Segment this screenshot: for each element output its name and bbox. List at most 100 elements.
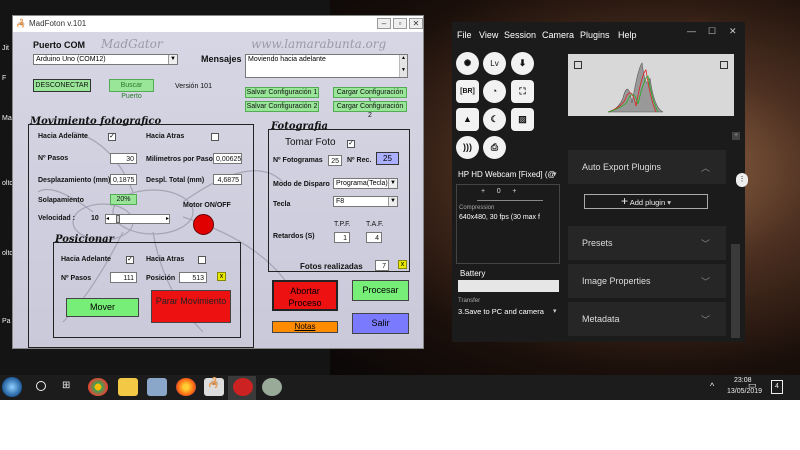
tecla-select[interactable]: F8 ▼	[333, 196, 398, 207]
movimiento-title: Movimiento fotografico	[30, 116, 162, 127]
tomar-foto-checkbox[interactable]: ✓	[347, 140, 355, 148]
chevron-down-icon: ﹀	[701, 239, 711, 249]
motor-led[interactable]	[193, 214, 214, 235]
clock-time[interactable]: 23:08	[734, 377, 752, 384]
parar-movimiento-button[interactable]: Parar Movimiento	[151, 290, 231, 323]
histogram-right-toggle[interactable]	[720, 61, 728, 69]
menu-camera[interactable]: Camera	[542, 30, 574, 40]
tecla-value: F8	[336, 198, 345, 205]
close-button[interactable]: ✕	[409, 18, 423, 29]
menu-plugins[interactable]: Plugins	[580, 30, 610, 40]
clock-date[interactable]: 13/05/2019	[727, 388, 762, 395]
transfer-select[interactable]: 3.Save to PC and camera	[458, 307, 544, 316]
start-button[interactable]	[2, 377, 22, 397]
posicion-x-button[interactable]: x	[217, 272, 226, 281]
velocidad-value: 10	[91, 215, 99, 222]
menu-file[interactable]: File	[457, 30, 472, 40]
exposure-scale[interactable]: + 0 +	[481, 188, 541, 198]
velocidad-label: Velocidad :	[38, 215, 75, 222]
desplazamiento-input[interactable]: 0,1875	[110, 174, 137, 185]
mensajes-scrollbar[interactable]: ▲ ▼	[399, 55, 407, 77]
madfoton-taskbar-icon[interactable]: 🦂	[204, 378, 224, 396]
scroll-up-button[interactable]: +	[732, 132, 740, 140]
minimize-button[interactable]: —	[687, 26, 696, 36]
menu-view[interactable]: View	[479, 30, 498, 40]
panel-image-properties[interactable]: Image Properties ﹀	[568, 264, 726, 298]
mm-por-paso-input[interactable]: 0,00625	[213, 153, 242, 164]
mover-button[interactable]: Mover	[66, 298, 139, 317]
more-options-button[interactable]: ⋮	[736, 173, 748, 187]
velocidad-slider[interactable]: ◂ ▸	[105, 214, 170, 224]
cargar-config-2-button[interactable]: Cargar Configuración 2	[333, 101, 407, 119]
solapamiento-value[interactable]: 20%	[110, 194, 137, 205]
download-icon[interactable]: ⬇	[511, 52, 534, 75]
app-icon[interactable]	[262, 378, 282, 396]
image-icon[interactable]: ▲	[456, 108, 479, 131]
notas-button[interactable]: Notas	[272, 321, 338, 333]
tpf-input[interactable]: 1	[334, 232, 350, 243]
abortar-proceso-button[interactable]: Abortar Proceso	[272, 280, 338, 311]
panel-auto-export[interactable]: Auto Export Plugins ︿	[568, 150, 726, 184]
panel-metadata[interactable]: Metadata ﹀	[568, 302, 726, 336]
file-explorer-icon[interactable]	[118, 378, 138, 396]
add-plugin-button[interactable]: + Add plugin ▾	[584, 194, 708, 209]
chrome-icon[interactable]	[88, 378, 108, 396]
histogram-left-toggle[interactable]	[574, 61, 582, 69]
cargar-config-1-button[interactable]: Cargar Configuración 1	[333, 87, 407, 105]
gallery-icon[interactable]: ▨	[511, 108, 534, 131]
notifications-icon[interactable]: 4	[771, 380, 783, 394]
br-icon[interactable]: [BR]	[456, 80, 479, 103]
hacia-adelante-checkbox[interactable]: ✓	[108, 133, 116, 141]
salvar-config-1-button[interactable]: Salvar Configuración 1	[245, 87, 319, 98]
procesar-button[interactable]: Procesar	[352, 280, 409, 301]
compression-value[interactable]: 640x480, 30 fps (30 max f	[459, 214, 540, 221]
chevron-up-icon: ︿	[701, 163, 711, 173]
pos-n-pasos-input[interactable]: 111	[110, 272, 137, 283]
retardos-label: Retardos (S)	[273, 233, 315, 240]
minimize-button[interactable]: –	[377, 18, 391, 29]
posicion-input[interactable]: 513	[179, 272, 207, 283]
firefox-icon[interactable]	[176, 378, 196, 396]
salvar-config-2-button[interactable]: Salvar Configuración 2	[245, 101, 319, 112]
modo-disparo-select[interactable]: Programa(Tecla) ▼	[333, 178, 398, 189]
pos-hacia-adelante-checkbox[interactable]: ✓	[126, 256, 134, 264]
lv-icon[interactable]: Lv	[483, 52, 506, 75]
n-fotogramas-input[interactable]: 25	[328, 155, 342, 166]
fotos-reset-button[interactable]: x	[398, 260, 407, 269]
despl-total-input[interactable]: 4,6875	[213, 174, 242, 185]
search-icon[interactable]	[36, 381, 46, 391]
aperture-icon[interactable]: ✺	[456, 52, 479, 75]
com-port-select[interactable]: Arduino Uno (COM12) ▼	[33, 54, 178, 65]
salir-button[interactable]: Salir	[352, 313, 409, 334]
close-button[interactable]: ✕	[729, 26, 737, 37]
task-view-icon[interactable]: ⊞	[62, 380, 70, 391]
camera-name[interactable]: HP HD Webcam [Fixed] (@	[458, 170, 556, 179]
maximize-button[interactable]: ☐	[708, 26, 716, 37]
hacia-atras-checkbox[interactable]	[211, 133, 219, 141]
menu-session[interactable]: Session	[504, 30, 536, 40]
night-icon[interactable]: ☾	[483, 108, 506, 131]
capture-taskbar-icon[interactable]	[233, 378, 253, 396]
mensajes-label: Mensajes	[201, 54, 242, 64]
buscar-puerto-button[interactable]: Buscar Puerto	[109, 79, 154, 100]
menu-help[interactable]: Help	[618, 30, 637, 40]
focus-icon[interactable]: ⛶	[511, 80, 534, 103]
wireless-icon[interactable]: )))	[456, 136, 479, 159]
desconectar-button[interactable]: DESCONECTAR	[33, 79, 91, 92]
slider-left-arrow[interactable]: ◂	[106, 215, 109, 223]
n-pasos-input[interactable]: 30	[110, 153, 137, 164]
madfoton-window: 🦂 MadFoton v.101 – ▫ ✕ MadGator www.lama…	[12, 15, 424, 349]
battery-label: Battery	[460, 269, 486, 278]
app-icon[interactable]	[147, 378, 167, 396]
slider-right-arrow[interactable]: ▸	[166, 215, 169, 223]
maximize-button[interactable]: ▫	[393, 18, 407, 29]
timer-icon[interactable]: ◔	[483, 80, 506, 103]
taf-input[interactable]: 4	[366, 232, 382, 243]
print-icon[interactable]: ⎙	[483, 136, 506, 159]
panel-presets[interactable]: Presets ﹀	[568, 226, 726, 260]
panel-scrollbar[interactable]	[731, 244, 740, 338]
tray-chevron-icon[interactable]: ^	[710, 381, 714, 391]
mensajes-textarea[interactable]: Moviendo hacia adelante ▲ ▼	[245, 54, 408, 78]
slider-thumb[interactable]	[116, 215, 120, 223]
pos-hacia-atras-checkbox[interactable]	[198, 256, 206, 264]
